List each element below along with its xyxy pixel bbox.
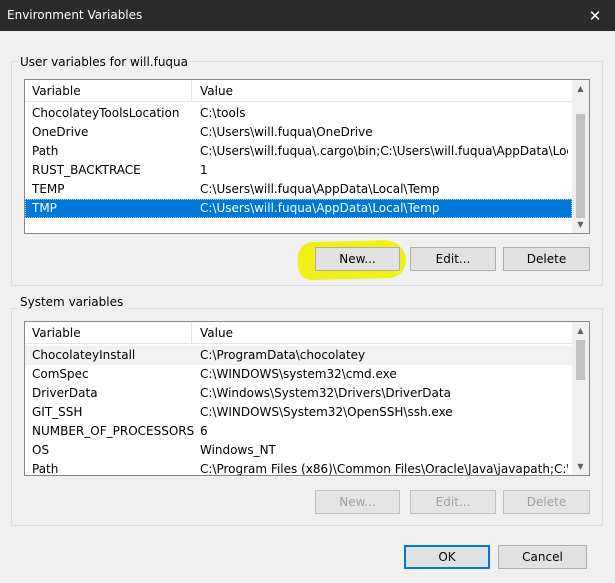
user-delete-button[interactable]: Delete	[503, 247, 590, 271]
system-delete-button[interactable]: Delete	[503, 490, 590, 514]
scroll-up-arrow-icon[interactable]: ▲	[572, 80, 589, 97]
scrollbar-thumb[interactable]	[576, 340, 585, 380]
table-row[interactable]: OneDrive C:\Users\will.fuqua\OneDrive	[25, 123, 572, 142]
table-row[interactable]: OS Windows_NT	[25, 441, 572, 460]
title-bar: Environment Variables ✕	[0, 0, 615, 31]
user-new-button[interactable]: New...	[315, 247, 400, 271]
user-header-variable[interactable]: Variable	[32, 84, 81, 98]
table-row[interactable]: RUST_BACKTRACE 1	[25, 161, 572, 180]
table-row[interactable]: ComSpec C:\WINDOWS\system32\cmd.exe	[25, 365, 572, 384]
system-new-button[interactable]: New...	[315, 490, 400, 514]
user-edit-button[interactable]: Edit...	[410, 247, 496, 271]
system-variables-list[interactable]: Variable Value ChocolateyInstall C:\Prog…	[24, 321, 590, 476]
table-row[interactable]: TEMP C:\Users\will.fuqua\AppData\Local\T…	[25, 180, 572, 199]
system-list-scrollbar[interactable]: ▲ ▼	[572, 322, 589, 475]
window-title: Environment Variables	[7, 8, 143, 22]
system-header-variable[interactable]: Variable	[32, 326, 81, 340]
user-header-value[interactable]: Value	[200, 84, 233, 98]
table-row[interactable]: Path C:\Program Files (x86)\Common Files…	[25, 460, 572, 475]
scroll-down-arrow-icon[interactable]: ▼	[572, 458, 589, 475]
scroll-down-arrow-icon[interactable]: ▼	[572, 216, 589, 233]
cancel-button[interactable]: Cancel	[498, 545, 587, 569]
close-icon[interactable]: ✕	[575, 0, 615, 31]
user-list-scrollbar[interactable]: ▲ ▼	[572, 80, 589, 233]
table-row-selected[interactable]: TMP C:\Users\will.fuqua\AppData\Local\Te…	[25, 199, 572, 218]
table-row[interactable]: DriverData C:\Windows\System32\Drivers\D…	[25, 384, 572, 403]
table-row[interactable]: Path C:\Users\will.fuqua\.cargo\bin;C:\U…	[25, 142, 572, 161]
table-row[interactable]: NUMBER_OF_PROCESSORS 6	[25, 422, 572, 441]
scroll-up-arrow-icon[interactable]: ▲	[572, 322, 589, 339]
table-row[interactable]: ChocolateyInstall C:\ProgramData\chocola…	[25, 346, 572, 365]
system-edit-button[interactable]: Edit...	[410, 490, 496, 514]
ok-button[interactable]: OK	[404, 545, 490, 569]
scrollbar-thumb[interactable]	[576, 114, 585, 218]
table-row[interactable]: GIT_SSH C:\WINDOWS\System32\OpenSSH\ssh.…	[25, 403, 572, 422]
system-header-value[interactable]: Value	[200, 326, 233, 340]
system-variables-label: System variables	[18, 295, 126, 309]
user-variables-list[interactable]: Variable Value ChocolateyToolsLocation C…	[24, 79, 590, 234]
user-variables-label: User variables for will.fuqua	[18, 55, 190, 69]
table-row[interactable]: ChocolateyToolsLocation C:\tools	[25, 104, 572, 123]
user-list-header: Variable Value	[25, 80, 572, 102]
system-list-header: Variable Value	[25, 322, 572, 344]
